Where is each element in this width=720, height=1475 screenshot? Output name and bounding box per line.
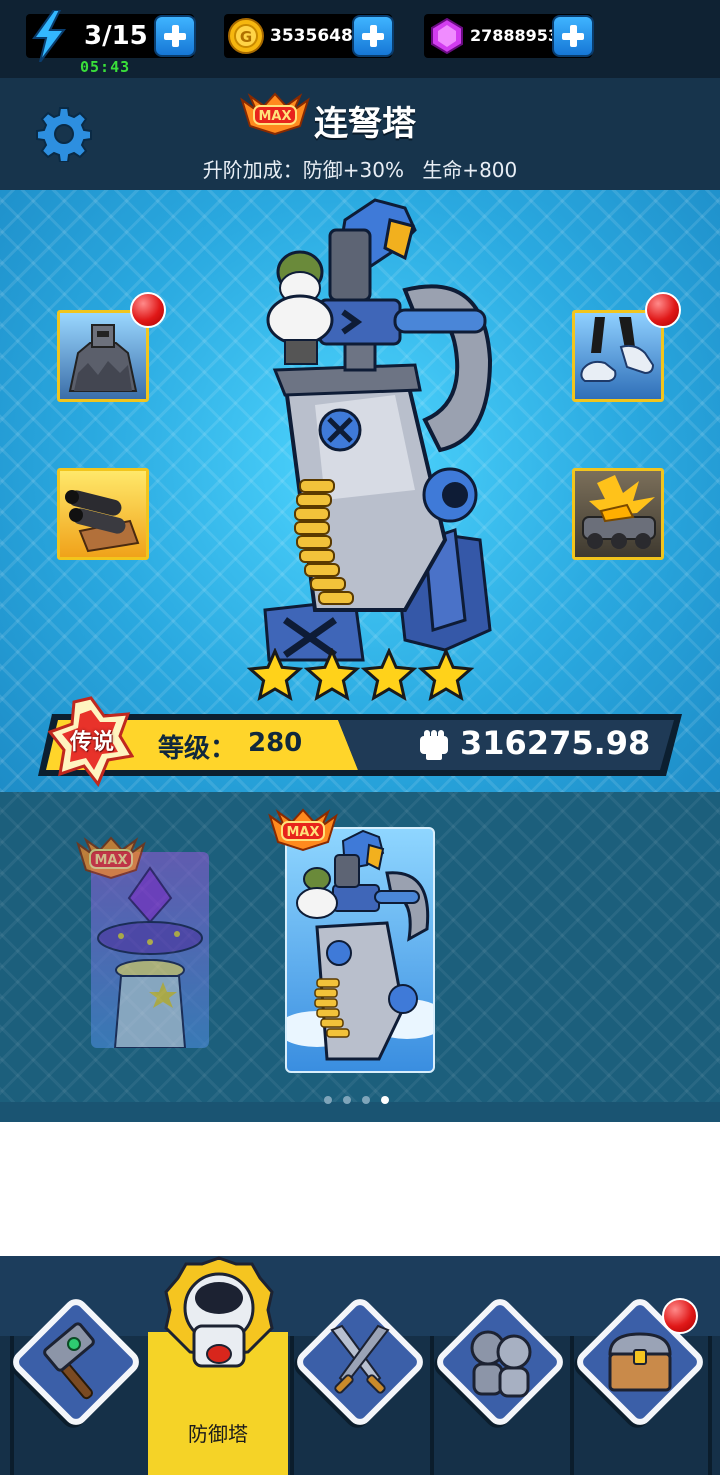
svg-text:G: G: [240, 28, 252, 46]
nav-divider: [430, 1336, 434, 1475]
rank-label: 传说: [69, 730, 114, 755]
tower-card-magic-crystal[interactable]: [91, 852, 209, 1048]
add-gems-button[interactable]: [552, 15, 594, 57]
page-dot[interactable]: [362, 1096, 370, 1104]
tower-carousel[interactable]: MAX MAX: [0, 792, 720, 1122]
level-value: 280: [248, 728, 303, 758]
energy-timer: 05:43: [80, 58, 131, 76]
energy-counter: 3/15: [26, 10, 196, 62]
tower-card-crossbow[interactable]: [285, 827, 435, 1073]
page-dot[interactable]: [381, 1096, 389, 1104]
gold-value: 3535648: [270, 26, 353, 46]
add-energy-button[interactable]: [154, 15, 196, 57]
running-shoes-icon: [580, 317, 655, 382]
page-indicator: [324, 1096, 389, 1106]
page-dot[interactable]: [343, 1096, 351, 1104]
tower-title: 连弩塔: [314, 104, 416, 144]
tower-showcase: 传说 等级： 280 316275.98: [0, 190, 720, 792]
skill-slot-running-shoes[interactable]: [572, 310, 664, 402]
max-badge-text: MAX: [94, 853, 127, 868]
skill-slot-stone-fort[interactable]: [57, 310, 149, 402]
alert-dot: [130, 292, 166, 328]
defense-tower-icon[interactable]: [164, 1256, 274, 1386]
star-icon: [360, 648, 418, 702]
gold-coin-icon: G: [228, 18, 264, 54]
add-gold-button[interactable]: [352, 15, 394, 57]
max-badge-icon: MAX: [268, 808, 338, 852]
bonus-defense: 防御+30%: [302, 158, 404, 182]
max-badge-text: MAX: [258, 109, 291, 124]
star-icon: [417, 648, 475, 702]
upgrade-bonus: 升阶加成：防御+30% 生命+800: [0, 154, 720, 183]
lightning-icon: [32, 10, 66, 62]
game-screen: 3/15 05:43 G 3535648 27888953 MAX 连弩塔 升阶…: [0, 0, 720, 1475]
page-dot[interactable]: [324, 1096, 332, 1104]
max-badge-text: MAX: [286, 825, 319, 840]
bottom-navigation: 防御塔: [0, 1256, 720, 1475]
treasure-chest-icon: [608, 1332, 672, 1392]
purple-gem-icon: [431, 18, 463, 54]
hammer-icon: [43, 1322, 95, 1400]
level-label: 等级：: [158, 734, 237, 764]
star-rating: [246, 648, 475, 702]
skill-slot-twin-cannon[interactable]: [57, 468, 149, 560]
heroes-icon: [470, 1330, 532, 1398]
max-badge-icon: MAX: [76, 836, 146, 880]
skill-slot-fire-cart[interactable]: [572, 468, 664, 560]
nav-divider: [570, 1336, 574, 1475]
magic-crystal-tower-icon: [97, 866, 203, 1048]
bonus-prefix: 升阶加成：: [202, 158, 303, 182]
gem-value: 27888953: [470, 26, 560, 45]
crossed-swords-icon: [330, 1324, 390, 1394]
max-badge-icon: MAX: [240, 92, 310, 136]
star-icon: [246, 648, 304, 702]
bonus-life: 生命+800: [422, 158, 518, 182]
nav-divider: [708, 1336, 712, 1475]
resource-bar: 3/15 05:43 G 3535648 27888953: [0, 0, 720, 78]
power-value: 316275.98: [460, 724, 651, 762]
tower-header: MAX 连弩塔 升阶加成：防御+30% 生命+800: [0, 78, 720, 190]
stone-fort-icon: [68, 324, 138, 392]
fire-cart-icon: [582, 475, 656, 549]
gem-counter: 27888953: [424, 14, 594, 58]
nav-label-defense-tower: 防御塔: [188, 1422, 248, 1446]
twin-cannon-icon: [65, 490, 140, 553]
star-icon: [303, 648, 361, 702]
alert-dot: [645, 292, 681, 328]
crossbow-tower-illustration: [263, 198, 493, 662]
gold-counter: G 3535648: [224, 14, 394, 58]
alert-dot: [662, 1298, 698, 1334]
energy-value: 3/15: [84, 21, 148, 51]
nav-divider: [290, 1336, 294, 1475]
crossbow-tower-icon: [287, 829, 433, 1061]
